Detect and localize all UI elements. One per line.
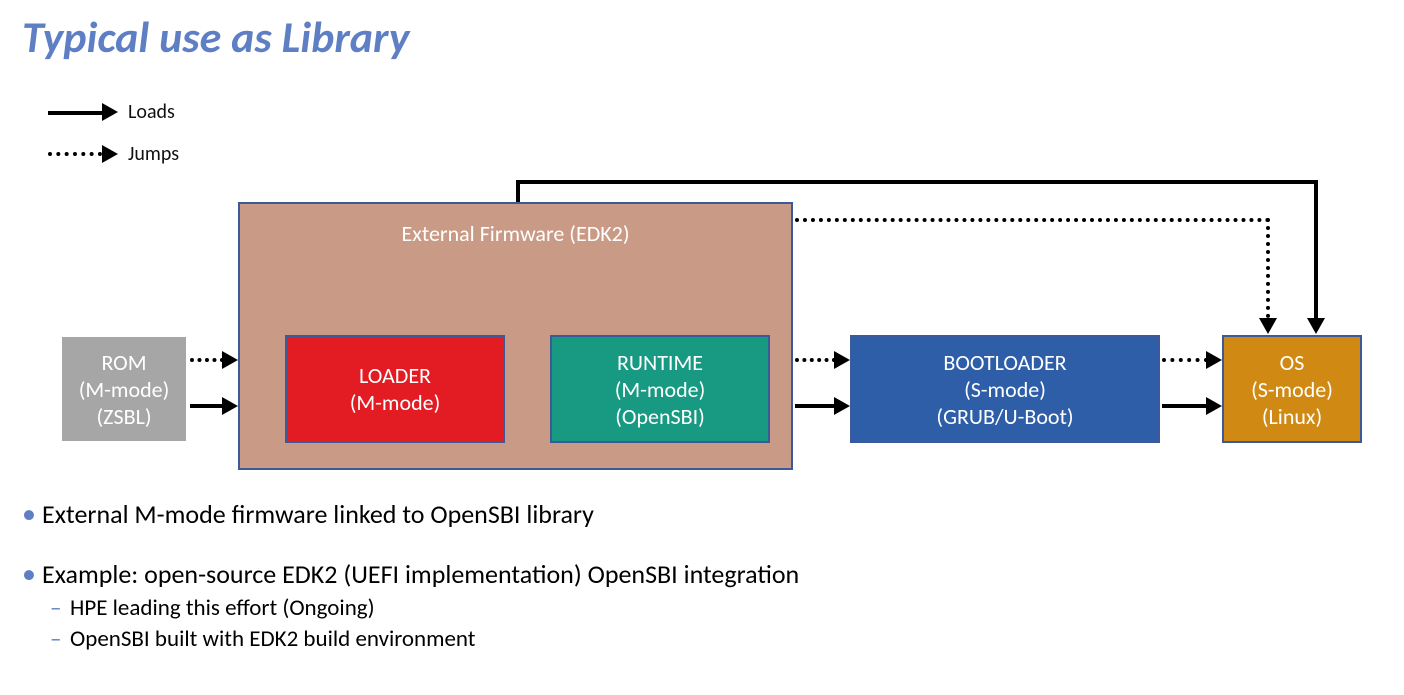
fw-to-os-load-vert-down (1314, 180, 1318, 320)
rom-to-fw-load-head (222, 397, 238, 415)
rom-to-fw-load-arrow (190, 404, 224, 408)
fw-to-boot-load-head (834, 397, 850, 415)
rom-box: ROM (M-mode) (ZSBL) (60, 335, 188, 443)
legend-jumps-label: Jumps (128, 142, 179, 166)
slide-title: Typical use as Library (22, 10, 409, 64)
rom-to-fw-jump-head (222, 351, 238, 369)
legend-jumps-arrow (48, 146, 118, 162)
legend-jumps-row: Jumps (48, 142, 179, 166)
loader-box: LOADER (M-mode) (285, 335, 505, 443)
fw-to-os-load-horz (516, 180, 1318, 184)
rom-to-fw-jump-arrow (190, 358, 224, 362)
legend-loads-row: Loads (48, 100, 179, 124)
boot-to-os-jump-arrow (1162, 358, 1208, 362)
fw-to-boot-load-arrow (795, 404, 836, 408)
legend: Loads Jumps (48, 100, 179, 184)
runtime-box: RUNTIME (M-mode) (OpenSBI) (550, 335, 770, 443)
fw-to-os-jump-vert (1266, 218, 1270, 318)
bullet-list: •External M-mode firmware linked to Open… (22, 495, 799, 655)
boot-to-os-jump-head (1206, 351, 1222, 369)
fw-to-os-jump-horz (795, 218, 1270, 222)
boot-to-os-load-arrow (1162, 404, 1208, 408)
bullet-2-sub-2: –OpenSBI built with EDK2 build environme… (50, 624, 799, 655)
fw-to-os-load-head (1307, 318, 1325, 334)
bullet-1: •External M-mode firmware linked to Open… (22, 495, 799, 533)
fw-to-os-jump-head (1259, 318, 1277, 334)
legend-loads-arrow (48, 104, 118, 120)
bullet-2-sub-1: –HPE leading this effort (Ongoing) (50, 593, 799, 624)
external-firmware-label: External Firmware (EDK2) (238, 220, 793, 247)
os-box: OS (S-mode) (Linux) (1222, 335, 1362, 443)
bootloader-box: BOOTLOADER (S-mode) (GRUB/U-Boot) (850, 335, 1160, 443)
bullet-2: •Example: open-source EDK2 (UEFI impleme… (22, 555, 799, 593)
fw-to-boot-jump-arrow (795, 358, 836, 362)
legend-loads-label: Loads (128, 100, 175, 124)
boot-to-os-load-head (1206, 397, 1222, 415)
fw-to-boot-jump-head (834, 351, 850, 369)
